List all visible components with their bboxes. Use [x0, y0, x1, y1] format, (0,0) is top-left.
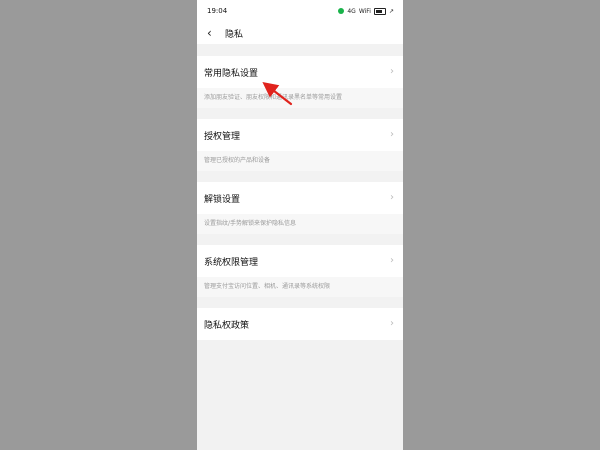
back-arrow-icon[interactable]: ‹	[207, 27, 219, 39]
status-icons: 4G WiFi ↗	[338, 7, 394, 15]
privacy-settings-list: 常用隐私设置 › 添加朋友验证、朋友权限和通讯录黑名单等常用设置 授权管理 › …	[197, 44, 403, 340]
chevron-right-icon: ›	[390, 66, 394, 77]
list-item-row[interactable]: 常用隐私设置 ›	[197, 56, 403, 88]
chevron-right-icon: ›	[390, 255, 394, 266]
phone-screen: 19:04 4G WiFi ↗ ‹ 隐私 常用隐私设置 › 添加朋友验证、朋友权…	[197, 0, 403, 450]
list-item-label: 隐私权政策	[204, 320, 250, 331]
list-item-privacy-policy[interactable]: 隐私权政策 ›	[197, 308, 403, 340]
status-bar: 19:04 4G WiFi ↗	[197, 0, 403, 22]
list-item-description: 管理支付宝访问位置、相机、通讯录等系统权限	[197, 277, 403, 297]
list-item-row[interactable]: 隐私权政策 ›	[197, 308, 403, 340]
page-title: 隐私	[225, 29, 244, 40]
wifi-icon: WiFi	[358, 7, 371, 15]
chevron-right-icon: ›	[390, 318, 394, 329]
status-time: 19:04	[207, 7, 228, 15]
network-icon: 4G	[347, 7, 356, 15]
list-item-description: 管理已授权的产品和设备	[197, 151, 403, 171]
list-item-label: 授权管理	[204, 131, 241, 142]
signal-icon: ↗	[388, 7, 394, 15]
list-item-unlock-settings[interactable]: 解锁设置 › 设置指纹/手势解锁来保护隐私信息	[197, 182, 403, 234]
list-item-row[interactable]: 解锁设置 ›	[197, 182, 403, 214]
list-item-description: 设置指纹/手势解锁来保护隐私信息	[197, 214, 403, 234]
list-item-description: 添加朋友验证、朋友权限和通讯录黑名单等常用设置	[197, 88, 403, 108]
list-item-label: 常用隐私设置	[204, 68, 259, 79]
list-item-system-permissions[interactable]: 系统权限管理 › 管理支付宝访问位置、相机、通讯录等系统权限	[197, 245, 403, 297]
list-item-row[interactable]: 授权管理 ›	[197, 119, 403, 151]
list-item-label: 系统权限管理	[204, 257, 259, 268]
list-item-common-privacy-settings[interactable]: 常用隐私设置 › 添加朋友验证、朋友权限和通讯录黑名单等常用设置	[197, 56, 403, 108]
nav-header: ‹ 隐私	[197, 22, 403, 44]
list-item-authorization-management[interactable]: 授权管理 › 管理已授权的产品和设备	[197, 119, 403, 171]
list-item-row[interactable]: 系统权限管理 ›	[197, 245, 403, 277]
app-status-icon	[338, 8, 345, 14]
chevron-right-icon: ›	[390, 192, 394, 203]
battery-icon	[373, 7, 386, 15]
list-item-label: 解锁设置	[204, 194, 241, 205]
chevron-right-icon: ›	[390, 129, 394, 140]
